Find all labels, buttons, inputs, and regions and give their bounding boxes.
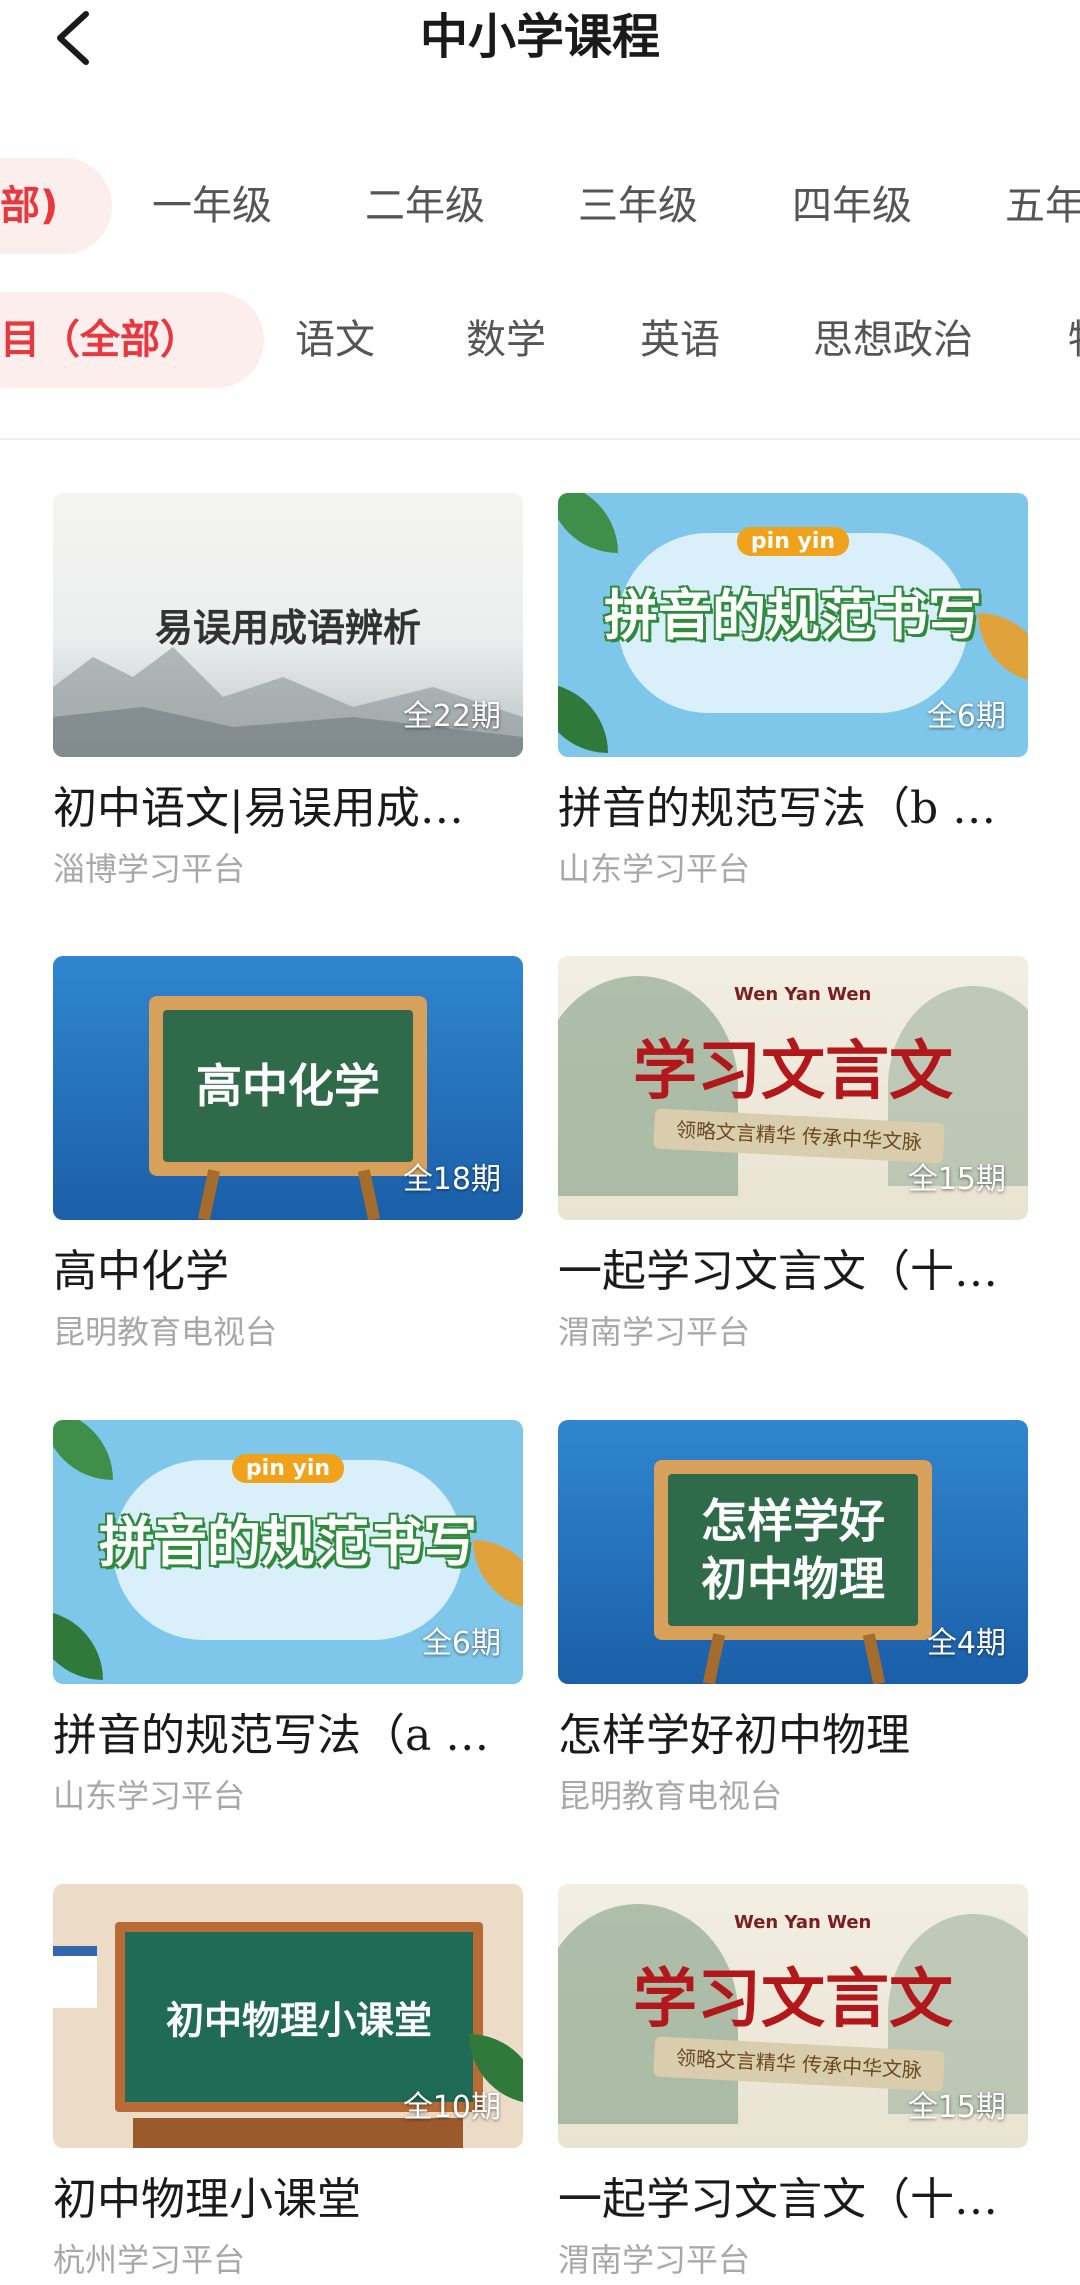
thumbnail-text: 易误用成语辨析 — [154, 606, 421, 650]
tab-grade-1[interactable]: 一年级 — [152, 158, 272, 254]
episode-count-badge: 全10期 — [402, 2090, 501, 2125]
calendar-icon — [53, 1946, 97, 2008]
wenyanwen-logo: Wen Yan Wen — [734, 1912, 872, 1933]
course-card[interactable]: pin yin 拼音的规范书写 全6期 拼音的规范写法（a … 山东学习平台 — [53, 1420, 523, 1818]
course-source: 昆明教育电视台 — [558, 1777, 783, 1815]
course-title: 初中物理小课堂 — [53, 2174, 361, 2225]
thumbnail-text: 高中化学 — [196, 1059, 380, 1113]
course-card[interactable]: 初中物理小课堂 全10期 初中物理小课堂 杭州学习平台 — [53, 1884, 523, 2282]
divider — [0, 438, 1080, 440]
course-title: 怎样学好初中物理 — [558, 1710, 910, 1761]
course-source: 山东学习平台 — [558, 850, 751, 888]
tab-grade-all[interactable]: 部) — [0, 158, 113, 254]
easel-leg — [197, 1169, 221, 1220]
course-source: 昆明教育电视台 — [53, 1313, 278, 1351]
course-title: 一起学习文言文（十… — [558, 1246, 998, 1297]
episode-count-badge: 全15期 — [907, 2090, 1006, 2125]
episode-count-badge: 全18期 — [402, 1162, 501, 1197]
pinyin-label: pin yin — [558, 527, 1028, 556]
course-card[interactable]: 怎样学好 初中物理 全4期 怎样学好初中物理 昆明教育电视台 — [558, 1420, 1028, 1818]
thumbnail-text: 怎样学好 初中物理 — [701, 1494, 885, 1606]
course-thumbnail[interactable]: 怎样学好 初中物理 全4期 — [558, 1420, 1028, 1684]
tab-subject-english[interactable]: 英语 — [640, 292, 720, 388]
grade-tab-bar: 部) 一年级 二年级 三年级 四年级 五年 — [0, 158, 1080, 254]
course-source: 杭州学习平台 — [53, 2241, 246, 2279]
thumbnail-text: 学习文言文 — [633, 1962, 953, 2037]
course-thumbnail[interactable]: 初中物理小课堂 全10期 — [53, 1884, 523, 2148]
thumbnail-text: 拼音的规范书写 — [99, 1511, 477, 1574]
course-card[interactable]: 高中化学 全18期 高中化学 昆明教育电视台 — [53, 956, 523, 1354]
easel-leg — [357, 1169, 381, 1220]
course-card[interactable]: pin yin 拼音的规范书写 全6期 拼音的规范写法（b … 山东学习平台 — [558, 493, 1028, 891]
course-source: 渭南学习平台 — [558, 1313, 751, 1351]
course-title: 一起学习文言文（十… — [558, 2174, 998, 2225]
tab-grade-2[interactable]: 二年级 — [365, 158, 485, 254]
wenyanwen-logo: Wen Yan Wen — [734, 984, 872, 1005]
course-title: 初中语文|易误用成… — [53, 783, 464, 834]
course-thumbnail[interactable]: pin yin 拼音的规范书写 全6期 — [558, 493, 1028, 757]
easel-leg — [862, 1633, 886, 1684]
course-source: 渭南学习平台 — [558, 2241, 751, 2279]
tab-grade-5[interactable]: 五年 — [1005, 158, 1080, 254]
chalkboard: 高中化学 — [149, 996, 427, 1176]
episode-count-badge: 全22期 — [402, 699, 501, 734]
thumbnail-text: 学习文言文 — [633, 1034, 953, 1109]
tab-subject-math[interactable]: 数学 — [466, 292, 546, 388]
course-thumbnail[interactable]: 易误用成语辨析 全22期 — [53, 493, 523, 757]
course-card[interactable]: Wen Yan Wen 学习文言文 领略文言精华 传承中华文脉 全15期 一起学… — [558, 1884, 1028, 2282]
episode-count-badge: 全15期 — [907, 1162, 1006, 1197]
tab-subject-physics[interactable]: 物 — [1068, 292, 1080, 388]
tab-subject-chinese[interactable]: 语文 — [295, 292, 375, 388]
subject-tab-bar: 目（全部） 语文 数学 英语 思想政治 物 — [0, 292, 1080, 388]
thumbnail-text: 初中物理小课堂 — [165, 1998, 432, 2043]
easel-leg — [702, 1633, 726, 1684]
course-thumbnail[interactable]: 高中化学 全18期 — [53, 956, 523, 1220]
tab-subject-politics[interactable]: 思想政治 — [813, 292, 973, 388]
page-title: 中小学课程 — [419, 9, 660, 65]
episode-count-badge: 全4期 — [926, 1626, 1006, 1661]
tab-subject-all[interactable]: 目（全部） — [0, 292, 264, 388]
course-thumbnail[interactable]: pin yin 拼音的规范书写 全6期 — [53, 1420, 523, 1684]
course-title: 拼音的规范写法（a … — [53, 1710, 490, 1761]
thumbnail-text: 拼音的规范书写 — [604, 584, 982, 647]
leaf-decoration — [53, 1610, 103, 1680]
tab-grade-3[interactable]: 三年级 — [578, 158, 698, 254]
top-bar: 中小学课程 — [0, 0, 1080, 90]
course-title: 高中化学 — [53, 1246, 229, 1297]
course-thumbnail[interactable]: Wen Yan Wen 学习文言文 领略文言精华 传承中华文脉 全15期 — [558, 1884, 1028, 2148]
course-source: 山东学习平台 — [53, 1777, 246, 1815]
course-card[interactable]: Wen Yan Wen 学习文言文 领略文言精华 传承中华文脉 全15期 一起学… — [558, 956, 1028, 1354]
course-card[interactable]: 易误用成语辨析 全22期 初中语文|易误用成… 淄博学习平台 — [53, 493, 523, 891]
course-title: 拼音的规范写法（b … — [558, 783, 997, 834]
chalkboard: 怎样学好 初中物理 — [654, 1460, 932, 1640]
leaf-decoration — [558, 683, 608, 753]
episode-count-badge: 全6期 — [421, 1626, 501, 1661]
course-thumbnail[interactable]: Wen Yan Wen 学习文言文 领略文言精华 传承中华文脉 全15期 — [558, 956, 1028, 1220]
course-source: 淄博学习平台 — [53, 850, 246, 888]
tab-grade-4[interactable]: 四年级 — [792, 158, 912, 254]
episode-count-badge: 全6期 — [926, 699, 1006, 734]
pinyin-label: pin yin — [53, 1454, 523, 1483]
